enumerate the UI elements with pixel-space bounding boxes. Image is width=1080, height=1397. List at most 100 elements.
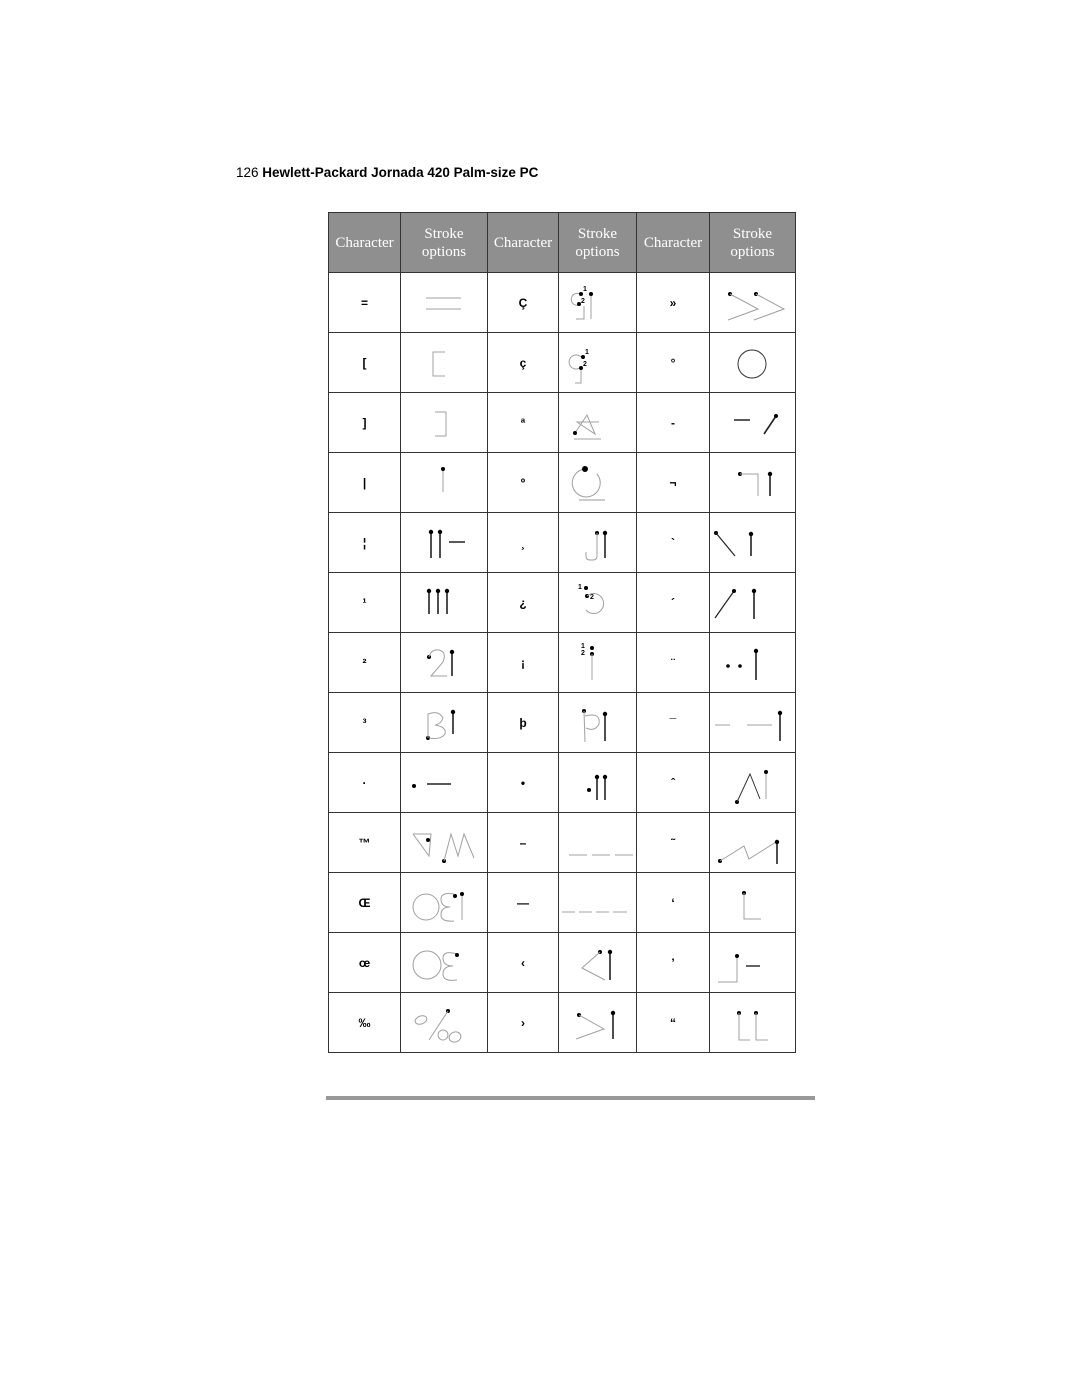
- stroke-options-cell: [400, 392, 488, 453]
- c-cedilla-lower-strokes-diagram: 12: [568, 349, 589, 383]
- header-label-line1: Stroke: [424, 225, 464, 242]
- page-title: Hewlett-Packard Jornada 420 Palm-size PC: [262, 165, 539, 180]
- c-cedilla-upper-strokes-diagram: 12: [570, 286, 593, 319]
- right-single-quote-strokes-diagram: [718, 953, 760, 982]
- character-cell: ²: [328, 632, 401, 693]
- character-cell: ´: [636, 572, 710, 633]
- left-single-guillemet-strokes-diagram: [581, 949, 613, 980]
- header-stroke-options: Stroke options: [709, 212, 796, 273]
- stroke-options-cell: [400, 272, 488, 333]
- stroke-options-cell: [400, 632, 488, 693]
- table-body: = Ç 1 2»[ç 1 2 °] ª - | º ¬ ¦ ¸ ` ¹ ¿ 1 2 ´ ² ¡ 1 2 ¨ ³ þ ¯ · • ˆ ™ – ˜ Œ —…: [328, 272, 796, 1053]
- superscript-two-strokes-diagram: [427, 648, 455, 676]
- stroke-options-cell: [558, 692, 637, 753]
- character-cell: “: [636, 992, 710, 1053]
- page-number: 126: [236, 165, 259, 180]
- grave-strokes-diagram: [714, 530, 754, 556]
- header-label-line1: Character: [493, 234, 553, 251]
- em-dash-strokes-diagram: [562, 911, 627, 912]
- character-cell: ¨: [636, 632, 710, 693]
- superscript-one-strokes-diagram: [426, 588, 450, 614]
- svg-text:1: 1: [578, 584, 582, 591]
- stroke-options-cell: [709, 692, 796, 753]
- stroke-options-cell: [709, 272, 796, 333]
- diaeresis-strokes-diagram: [726, 648, 759, 680]
- feminine-ordinal-strokes-diagram: [573, 413, 601, 439]
- stroke-options-cell: [709, 752, 796, 813]
- table-row: ‰ › “: [328, 992, 796, 1053]
- character-cell: »: [636, 272, 710, 333]
- header-character: Character: [636, 212, 710, 273]
- stroke-options-cell: [400, 332, 488, 393]
- character-cell: =: [328, 272, 401, 333]
- macron-strokes-diagram: [715, 710, 783, 741]
- stroke-options-cell: [709, 392, 796, 453]
- stroke-options-cell: [709, 512, 796, 573]
- stroke-options-cell: [400, 572, 488, 633]
- stroke-options-cell: [400, 932, 488, 993]
- stroke-options-cell: 12: [558, 272, 637, 333]
- stroke-options-cell: [400, 992, 488, 1053]
- svg-text:1: 1: [585, 349, 589, 356]
- table-row: ² ¡ 1 2 ¨: [328, 632, 796, 693]
- left-double-quote-strokes-diagram: [737, 1010, 768, 1040]
- stroke-options-cell: [400, 752, 488, 813]
- superscript-three-strokes-diagram: [426, 709, 456, 740]
- right-single-guillemet-strokes-diagram: [575, 1010, 616, 1039]
- stroke-options-cell: [558, 992, 637, 1053]
- table-row: = Ç 1 2»: [328, 272, 796, 333]
- character-cell: þ: [487, 692, 559, 753]
- tilde-strokes-diagram: [718, 839, 780, 864]
- character-cell: ³: [328, 692, 401, 753]
- character-cell: ¬: [636, 452, 710, 513]
- stroke-options-cell: [709, 332, 796, 393]
- stroke-options-cell: [709, 932, 796, 993]
- table-row: ³ þ ¯: [328, 692, 796, 753]
- header-label-line1: Character: [643, 234, 703, 251]
- stroke-options-cell: [400, 872, 488, 933]
- stroke-options-cell: 12: [558, 632, 637, 693]
- header-stroke-options: Stroke options: [400, 212, 488, 273]
- stroke-options-cell: 12: [558, 332, 637, 393]
- acute-strokes-diagram: [714, 588, 757, 619]
- not-sign-strokes-diagram: [738, 471, 773, 496]
- header-row: Character Stroke options Character Stroke opt…: [328, 212, 796, 273]
- header-label-line1: Stroke: [577, 225, 618, 242]
- character-cell: ¸: [487, 512, 559, 573]
- bottom-rule: [326, 1096, 815, 1100]
- stroke-options-cell: [400, 452, 488, 513]
- character-cell: ¯: [636, 692, 710, 753]
- header-label-line2: options: [730, 243, 775, 260]
- stroke-options-cell: [558, 512, 637, 573]
- character-cell: ¡: [487, 632, 559, 693]
- character-cell: [: [328, 332, 401, 393]
- table-row: · • ˆ: [328, 752, 796, 813]
- stroke-options-cell: [709, 992, 796, 1053]
- header-label-line1: Character: [335, 234, 394, 251]
- degree-strokes-diagram: [737, 349, 767, 378]
- svg-text:2: 2: [581, 650, 585, 657]
- masculine-ordinal-strokes-diagram: [571, 465, 605, 501]
- character-cell: ‹: [487, 932, 559, 993]
- left-bracket-strokes-diagram: [432, 351, 445, 376]
- character-cell: ™: [328, 812, 401, 873]
- middle-dot-strokes-diagram: [412, 782, 451, 788]
- character-cell: º: [487, 452, 559, 513]
- inverted-exclamation-strokes-diagram: 12: [581, 643, 594, 680]
- character-cell: –: [487, 812, 559, 873]
- table-row: ¹ ¿ 1 2 ´: [328, 572, 796, 633]
- character-cell: ›: [487, 992, 559, 1053]
- character-cell: ç: [487, 332, 559, 393]
- character-cell: °: [636, 332, 710, 393]
- right-bracket-strokes-diagram: [435, 411, 447, 436]
- character-cell: Œ: [328, 872, 401, 933]
- stroke-options-cell: 12: [558, 572, 637, 633]
- character-cell: ¦: [328, 512, 401, 573]
- character-cell: —: [487, 872, 559, 933]
- stroke-options-cell: [558, 392, 637, 453]
- stroke-options-cell: [709, 872, 796, 933]
- header-label-line2: options: [575, 243, 620, 260]
- equals-strokes-diagram: [426, 297, 461, 309]
- stroke-options-cell: [558, 872, 637, 933]
- stroke-options-cell: [709, 452, 796, 513]
